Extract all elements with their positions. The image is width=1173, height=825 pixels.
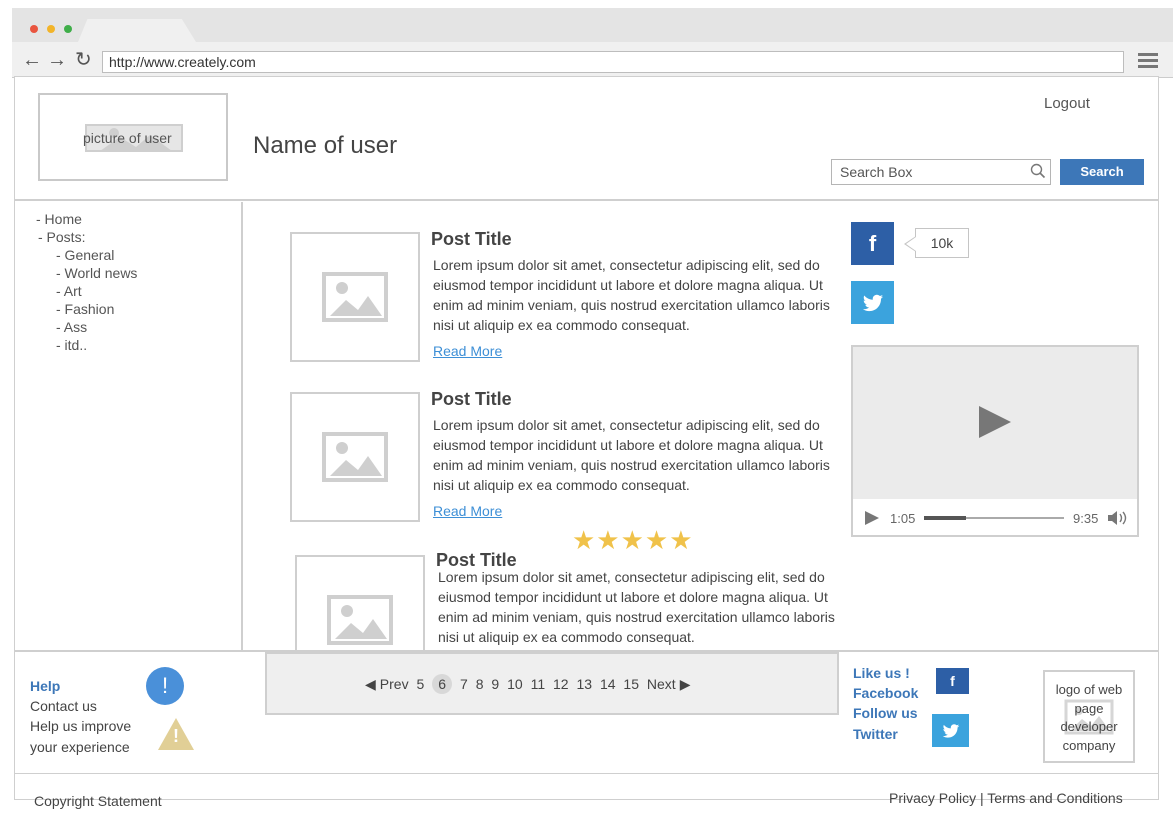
reload-icon[interactable]: ↻: [75, 49, 92, 71]
next-arrow-icon[interactable]: ▶: [680, 676, 691, 693]
sidebar-item-ass[interactable]: - Ass: [56, 318, 87, 336]
play-large-icon[interactable]: [979, 406, 1011, 438]
user-picture-label: picture of user: [83, 130, 172, 146]
info-icon: !: [146, 667, 184, 705]
like-count-pointer-inner: [906, 237, 916, 251]
video-current-time: 1:05: [890, 511, 916, 526]
page-7[interactable]: 7: [460, 676, 468, 692]
page-9[interactable]: 9: [491, 676, 499, 692]
bottom-divider: [14, 773, 1159, 774]
window-maximize-dot[interactable]: [64, 25, 72, 33]
menu-icon[interactable]: [1138, 53, 1158, 69]
page-8[interactable]: 8: [476, 676, 484, 692]
post-image: [290, 232, 420, 362]
read-more-link[interactable]: Read More: [433, 343, 502, 359]
page-11[interactable]: 11: [531, 676, 546, 692]
prev-arrow-icon[interactable]: ◀: [365, 676, 376, 693]
follow-us-link[interactable]: Follow us: [853, 703, 918, 724]
facebook-share-button[interactable]: f: [851, 222, 894, 265]
twitter-icon[interactable]: [932, 714, 969, 747]
post-image: [290, 392, 420, 522]
header-divider: [14, 199, 1159, 201]
browser-tab[interactable]: [78, 19, 196, 42]
window-minimize-dot[interactable]: [47, 25, 55, 33]
sidebar-item-fashion[interactable]: - Fashion: [56, 300, 114, 318]
post-title[interactable]: Post Title: [431, 229, 512, 250]
sidebar-item-general[interactable]: - General: [56, 246, 114, 264]
sidebar-item-itd[interactable]: - itd..: [56, 336, 87, 354]
post-title[interactable]: Post Title: [431, 389, 512, 410]
sidebar-item-posts[interactable]: - Posts:: [38, 228, 85, 246]
page-12[interactable]: 12: [553, 676, 569, 692]
page-10[interactable]: 10: [507, 676, 523, 692]
warning-glyph: !: [173, 726, 179, 746]
forward-arrow-icon[interactable]: →: [47, 49, 67, 71]
window-close-dot[interactable]: [30, 25, 38, 33]
image-placeholder-icon: [322, 432, 388, 482]
help-link[interactable]: Help: [30, 676, 60, 697]
post-body: Lorem ipsum dolor sit amet, consectetur …: [433, 257, 830, 333]
improve-link-line2[interactable]: your experience: [30, 737, 130, 758]
sidebar-item-world-news[interactable]: - World news: [56, 264, 137, 282]
warning-icon: !: [156, 716, 196, 752]
post-body: Lorem ipsum dolor sit amet, consectetur …: [433, 417, 830, 493]
twitter-share-button[interactable]: [851, 281, 894, 324]
developer-logo-label: logo of web page developer company: [1055, 682, 1123, 753]
volume-icon[interactable]: [1107, 510, 1129, 526]
page-15[interactable]: 15: [623, 676, 639, 692]
twitter-link[interactable]: Twitter: [853, 724, 898, 745]
twitter-bird-icon: [862, 294, 884, 312]
image-placeholder-icon: [327, 595, 393, 645]
video-total-time: 9:35: [1073, 511, 1099, 526]
logout-link[interactable]: Logout: [1044, 95, 1090, 112]
pagination-row: ◀ Prev 5 6 7 8 9 10 11 12 13 14 15 Next ▶: [363, 674, 692, 694]
read-more-link[interactable]: Read More: [433, 503, 502, 519]
like-us-link[interactable]: Like us !: [853, 663, 910, 684]
privacy-terms-links[interactable]: Privacy Policy | Terms and Conditions: [889, 788, 1123, 809]
sidebar-item-art[interactable]: - Art: [56, 282, 82, 300]
post-body: Lorem ipsum dolor sit amet, consectetur …: [438, 569, 835, 645]
next-page-button[interactable]: Next: [647, 676, 676, 692]
sidebar-item-home[interactable]: - Home: [36, 210, 82, 228]
like-count: 10k: [915, 228, 969, 258]
facebook-icon[interactable]: f: [936, 668, 969, 694]
page-13[interactable]: 13: [576, 676, 592, 692]
facebook-link[interactable]: Facebook: [853, 683, 918, 704]
improve-link-line1[interactable]: Help us improve: [30, 716, 131, 737]
prev-page-button[interactable]: Prev: [380, 676, 409, 692]
post-clip: Post Title Lorem ipsum dolor sit amet, c…: [244, 540, 850, 650]
search-button[interactable]: Search: [1060, 159, 1144, 185]
search-input[interactable]: Search Box: [831, 159, 1051, 185]
user-name: Name of user: [253, 132, 398, 159]
twitter-bird-icon: [942, 724, 960, 738]
page-6-current[interactable]: 6: [432, 674, 453, 694]
contact-link[interactable]: Contact us: [30, 696, 97, 717]
post-image: [295, 555, 425, 650]
address-bar[interactable]: http://www.creately.com: [102, 51, 1124, 73]
page-5[interactable]: 5: [416, 676, 424, 692]
image-placeholder-icon: [322, 272, 388, 322]
back-arrow-icon[interactable]: ←: [22, 49, 42, 71]
search-icon[interactable]: [1030, 163, 1046, 179]
video-progress-fill[interactable]: [924, 516, 966, 520]
copyright: Copyright Statement: [34, 793, 162, 809]
play-small-icon[interactable]: [865, 511, 879, 525]
page-14[interactable]: 14: [600, 676, 616, 692]
